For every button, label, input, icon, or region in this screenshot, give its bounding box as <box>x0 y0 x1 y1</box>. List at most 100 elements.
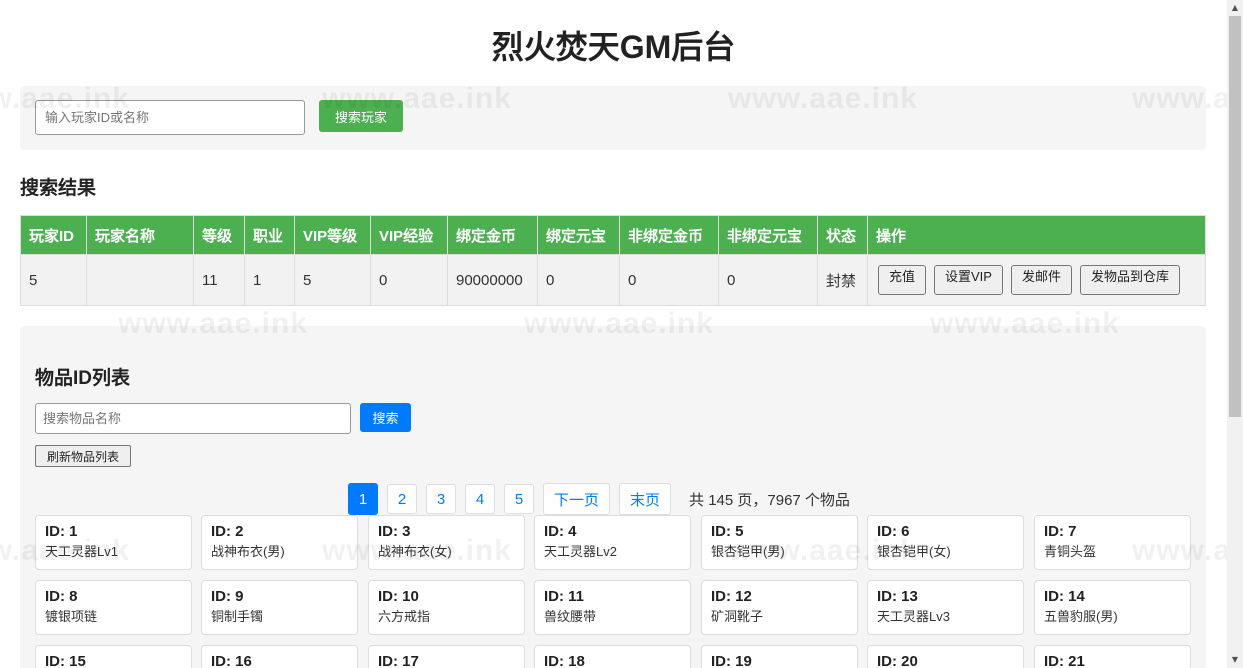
item-id: ID: 5 <box>711 523 744 540</box>
scrollbar-thumb[interactable] <box>1229 16 1241 417</box>
item-id: ID: 21 <box>1044 653 1085 668</box>
item-id: ID: 13 <box>877 588 918 605</box>
item-name: 铜制手镯 <box>211 609 264 624</box>
column-header: 玩家ID <box>20 215 87 255</box>
item-id: ID: 12 <box>711 588 752 605</box>
item-card[interactable]: ID: 13 天工灵器Lv3 <box>867 580 1024 635</box>
page: www.aae.ink www.aae.ink www.aae.ink www.… <box>0 0 1227 668</box>
set-vip-button[interactable]: 设置VIP <box>934 265 1003 295</box>
page-button-1[interactable]: 1 <box>348 483 378 515</box>
item-id: ID: 10 <box>378 588 419 605</box>
item-card[interactable]: ID: 11 兽纹腰带 <box>534 580 691 635</box>
item-card[interactable]: ID: 19 <box>701 645 858 668</box>
item-id: ID: 11 <box>544 588 585 605</box>
search-player-button[interactable]: 搜索玩家 <box>319 100 403 132</box>
refresh-item-list-button[interactable]: 刷新物品列表 <box>35 445 131 467</box>
item-card[interactable]: ID: 9 铜制手镯 <box>201 580 358 635</box>
page-button-3[interactable]: 3 <box>426 484 456 514</box>
column-header: 等级 <box>193 215 245 255</box>
item-id: ID: 17 <box>378 653 419 668</box>
table-row: 5 11 1 5 0 90000000 0 0 0 封禁 充值 设置VIP 发邮件发… <box>20 254 1206 306</box>
item-name: 矿洞靴子 <box>711 609 764 624</box>
page-scrollbar[interactable]: ▲ ▼ <box>1227 0 1243 668</box>
item-card[interactable]: ID: 18 <box>534 645 691 668</box>
item-id: ID: 8 <box>45 588 78 605</box>
column-header: 非绑定金币 <box>619 215 719 255</box>
scroll-up-arrow-icon[interactable]: ▲ <box>1227 0 1243 16</box>
item-id: ID: 6 <box>877 523 910 540</box>
item-card[interactable]: ID: 4 天工灵器Lv2 <box>534 515 691 570</box>
send-item-to-warehouse-button[interactable]: 发物品到仓库 <box>1080 265 1181 295</box>
column-header: 操作 <box>867 215 1206 255</box>
item-search-input[interactable] <box>35 403 351 434</box>
item-name: 战神布衣(男) <box>211 544 285 559</box>
recharge-button[interactable]: 充值 <box>878 265 927 295</box>
item-list-heading: 物品ID列表 <box>35 368 131 389</box>
player-search-panel: 搜索玩家 <box>20 86 1206 150</box>
item-id: ID: 2 <box>211 523 244 540</box>
item-search-button[interactable]: 搜索 <box>360 403 411 432</box>
item-id: ID: 3 <box>378 523 411 540</box>
item-name: 银杏铠甲(男) <box>711 544 785 559</box>
column-header: 绑定金币 <box>447 215 538 255</box>
scroll-down-arrow-icon[interactable]: ▼ <box>1227 652 1243 668</box>
item-card[interactable]: ID: 17 <box>368 645 525 668</box>
item-card[interactable]: ID: 5 银杏铠甲(男) <box>701 515 858 570</box>
item-card[interactable]: ID: 15 <box>35 645 192 668</box>
last-page-button[interactable]: 末页 <box>619 483 672 515</box>
item-card[interactable]: ID: 6 银杏铠甲(女) <box>867 515 1024 570</box>
cell-status: 封禁 <box>817 254 868 306</box>
item-card[interactable]: ID: 2 战神布衣(男) <box>201 515 358 570</box>
player-results-table: 玩家ID 玩家名称 等级 职业 VIP等级 VIP经验 绑定金币 绑定元宝 非绑… <box>20 215 1206 306</box>
page-title: 烈火焚天GM后台 <box>491 29 736 65</box>
item-card[interactable]: ID: 14 五兽豹服(男) <box>1034 580 1191 635</box>
cell-unbound-gold: 0 <box>619 254 719 306</box>
item-card[interactable]: ID: 7 青铜头盔 <box>1034 515 1191 570</box>
item-card[interactable]: ID: 1 天工灵器Lv1 <box>35 515 192 570</box>
item-name: 兽纹腰带 <box>544 609 597 624</box>
table-header-row: 玩家ID 玩家名称 等级 职业 VIP等级 VIP经验 绑定金币 绑定元宝 非绑… <box>20 215 1206 255</box>
cell-class: 1 <box>244 254 295 306</box>
cell-bound-gold: 90000000 <box>447 254 538 306</box>
item-card[interactable]: ID: 21 <box>1034 645 1191 668</box>
column-header: 玩家名称 <box>86 215 194 255</box>
column-header: 状态 <box>817 215 868 255</box>
item-name: 天工灵器Lv2 <box>544 544 617 559</box>
cell-level: 11 <box>193 254 245 306</box>
cell-vip-exp: 0 <box>370 254 448 306</box>
item-card[interactable]: ID: 10 六方戒指 <box>368 580 525 635</box>
item-id: ID: 7 <box>1044 523 1077 540</box>
page-button-2[interactable]: 2 <box>387 484 417 514</box>
item-card[interactable]: ID: 3 战神布衣(女) <box>368 515 525 570</box>
item-name: 银杏铠甲(女) <box>877 544 951 559</box>
item-name: 镀银项链 <box>45 609 98 624</box>
item-id: ID: 1 <box>45 523 78 540</box>
page-button-4[interactable]: 4 <box>465 484 495 514</box>
column-header: 绑定元宝 <box>537 215 620 255</box>
pagination-info: 共 145 页，7967 个物品 <box>689 491 850 509</box>
player-search-input[interactable] <box>35 100 305 135</box>
page-button-5[interactable]: 5 <box>504 484 534 514</box>
item-name: 战神布衣(女) <box>378 544 452 559</box>
item-card[interactable]: ID: 16 <box>201 645 358 668</box>
item-id: ID: 4 <box>544 523 577 540</box>
item-name: 天工灵器Lv1 <box>45 544 118 559</box>
item-id: ID: 19 <box>711 653 752 668</box>
item-id: ID: 15 <box>45 653 86 668</box>
send-mail-button[interactable]: 发邮件 <box>1010 265 1072 295</box>
item-card[interactable]: ID: 8 镀银项链 <box>35 580 192 635</box>
item-id: ID: 18 <box>544 653 585 668</box>
cell-player-id: 5 <box>20 254 87 306</box>
column-header: VIP经验 <box>370 215 448 255</box>
item-name: 六方戒指 <box>378 609 431 624</box>
column-header: 非绑定元宝 <box>718 215 818 255</box>
column-header: VIP等级 <box>294 215 371 255</box>
item-card[interactable]: ID: 20 <box>867 645 1024 668</box>
item-name: 五兽豹服(男) <box>1044 609 1118 624</box>
item-id: ID: 20 <box>877 653 918 668</box>
item-id: ID: 14 <box>1044 588 1085 605</box>
cell-unbound-yuanbao: 0 <box>718 254 818 306</box>
cell-vip-level: 5 <box>294 254 371 306</box>
item-card[interactable]: ID: 12 矿洞靴子 <box>701 580 858 635</box>
next-page-button[interactable]: 下一页 <box>543 483 611 515</box>
